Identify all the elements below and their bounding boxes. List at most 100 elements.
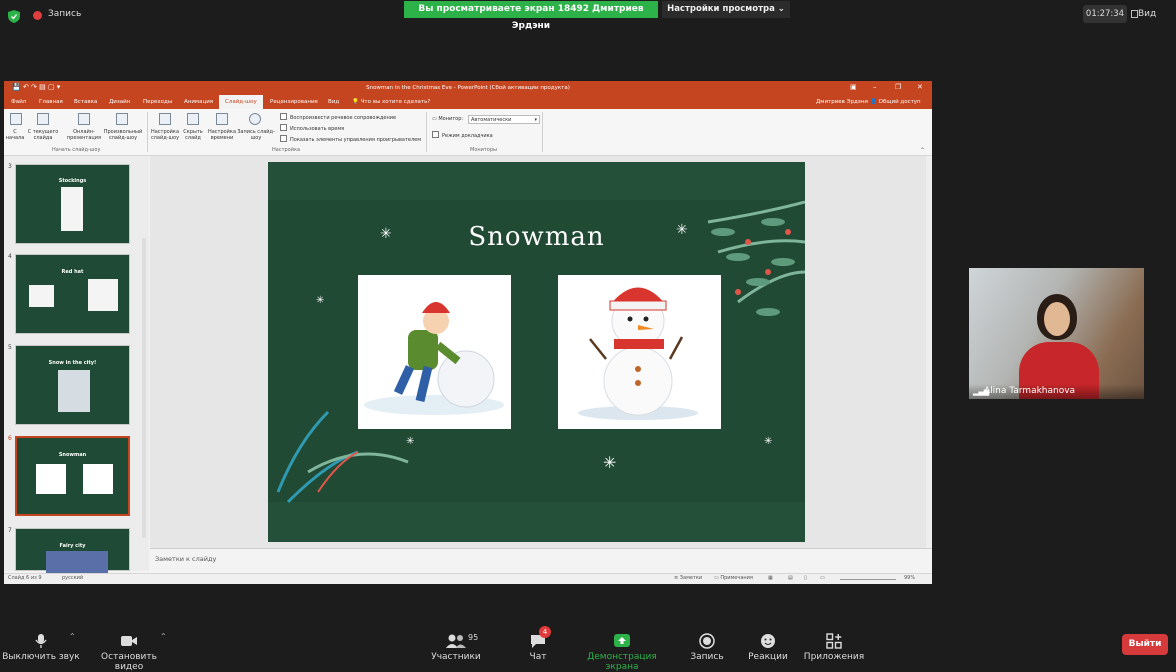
hide-slide-button[interactable]: Скрыть слайд [180,129,206,141]
current-slide[interactable]: ✳ ✳ ✳ ✳ ✳ ✳ Snowman [268,162,805,542]
tell-me-search[interactable]: 💡 Что вы хотите сделать? [352,95,430,109]
video-options-chevron-icon[interactable]: ⌃ [160,632,167,641]
record-label[interactable]: Запись [48,9,81,19]
notes-toggle[interactable]: ≡ Заметки [674,575,702,581]
reactions-button[interactable]: Реакции [746,633,790,662]
checkbox-narration[interactable]: Воспроизвести речевое сопровождение [280,113,396,121]
record-label: Запись [690,652,724,662]
ribbon-separator [426,112,427,152]
tab-animation[interactable]: Анимация [184,95,213,109]
online-presentation-icon[interactable] [78,113,90,125]
zoom-level[interactable]: 99% [904,575,915,581]
record-slideshow-button[interactable]: Запись слайд-шоу [237,129,275,141]
from-start-button[interactable]: С начала [4,129,26,141]
slide-counter: Слайд 6 из 9 [8,575,42,581]
notes-pane[interactable]: Заметки к слайду [150,548,932,572]
boy-rolling-snowball-image[interactable] [358,275,511,429]
slide-title: Snowman [468,222,605,252]
tab-design[interactable]: Дизайн [109,95,130,109]
tab-insert[interactable]: Вставка [74,95,97,109]
apps-button[interactable]: Приложения [802,633,866,662]
setup-show-button[interactable]: Настройка слайд-шоу [149,129,181,141]
share-screen-button[interactable]: Демонстрация экрана [570,633,674,672]
slide-thumbnail-3[interactable]: Stockings [15,164,130,244]
language-indicator[interactable]: русский [62,575,83,581]
view-button[interactable]: Вид [1138,9,1156,19]
group-label-start: Начать слайд-шоу [52,147,101,153]
slide-thumbnail-5[interactable]: Snow in the city! [15,345,130,425]
share-button[interactable]: 👤 Общий доступ [870,95,921,109]
thumbnails-scrollbar[interactable] [142,238,146,538]
tab-slideshow[interactable]: Слайд-шоу [219,95,263,109]
record-indicator-icon [33,11,42,20]
tab-review[interactable]: Рецензирование [270,95,318,109]
participants-icon [446,634,466,648]
sparkle-icon: ✳ [603,453,616,472]
tab-file[interactable]: Файл [11,95,26,109]
ribbon-slideshow: С начала С текущего слайда Онлайн-презен… [4,109,932,156]
zoom-slider[interactable] [840,579,896,580]
thumb-number: 5 [8,344,12,351]
audio-options-chevron-icon[interactable]: ⌃ [69,632,76,641]
thumb-image [58,370,90,412]
rehearse-timing-icon[interactable] [216,113,228,125]
record-slideshow-icon[interactable] [249,113,261,125]
ribbon-display-icon[interactable]: ▣ [850,83,857,91]
notes-icon: ≡ [674,575,679,581]
grid-view-icon[interactable] [1131,10,1138,18]
online-presentation-button[interactable]: Онлайн-презентация [62,129,106,141]
tab-home[interactable]: Главная [39,95,63,109]
maximize-icon[interactable]: ❐ [895,83,901,91]
participant-face [1044,302,1070,336]
participant-name-bar: ▂▄▆ Alina Tarmakhanova [969,384,1144,399]
normal-view-icon[interactable]: ▦ [768,575,773,581]
thumb-image [46,551,108,573]
comments-toggle[interactable]: ▭ Примечания [714,575,753,581]
checkbox-presenter-view[interactable]: Режим докладчика [432,131,493,139]
chat-button[interactable]: Чат [520,633,556,662]
leave-button[interactable]: Выйти [1122,634,1168,655]
record-button[interactable]: Запись [686,633,728,662]
checkbox-media-controls[interactable]: Показать элементы управления проигрывате… [280,135,421,143]
play-from-current-icon[interactable] [37,113,49,125]
checkbox-icon [280,113,287,120]
custom-show-icon[interactable] [116,113,128,125]
collapse-ribbon-icon[interactable]: ⌃ [920,147,925,154]
sparkle-icon: ✳ [406,436,414,447]
custom-show-button[interactable]: Произвольный слайд-шоу [102,129,144,141]
reading-view-icon[interactable]: ▯ [804,575,807,581]
slideshow-view-icon[interactable]: ▭ [820,575,825,581]
slide-vertical-scrollbar[interactable] [926,156,932,548]
view-options-dropdown[interactable]: Настройки просмотра ⌄ [662,1,790,18]
tab-view[interactable]: Вид [328,95,339,109]
participant-video-tile[interactable]: ▂▄▆ Alina Tarmakhanova [969,268,1144,399]
hide-slide-icon[interactable] [187,113,199,125]
video-camera-icon [121,636,137,646]
shield-icon[interactable] [8,10,20,23]
slide-thumbnail-6-selected[interactable]: Snowman [15,436,130,516]
monitor-select[interactable]: Автоматически ▾ [468,115,540,124]
slide-thumbnails-panel: 3 Stockings 4 Red hat 5 Snow in the city… [4,156,149,573]
from-current-button[interactable]: С текущего слайда [26,129,60,141]
reactions-label: Реакции [748,652,788,662]
monitor-select-value: Автоматически [471,117,512,123]
chevron-down-icon: ⌄ [777,4,785,14]
lightbulb-icon: 💡 [352,99,359,105]
slide-thumbnail-4[interactable]: Red hat [15,254,130,334]
checkbox-timings[interactable]: Использовать время [280,124,344,132]
play-from-start-icon[interactable] [10,113,22,125]
slide-thumbnail-7[interactable]: Fairy city [15,528,130,573]
snowman-image[interactable] [558,275,721,429]
rehearse-timing-button[interactable]: Настройка времени [206,129,238,141]
participants-button[interactable]: Участники [424,633,488,662]
checkbox-timings-label: Использовать время [290,126,345,132]
close-icon[interactable]: ✕ [917,83,923,91]
ribbon-separator [147,112,148,152]
setup-show-icon[interactable] [159,113,171,125]
user-name[interactable]: Дмитриев Эрдэни [816,95,868,109]
monitor-label: ▭ Монитор: [432,116,463,122]
minimize-icon[interactable]: – [873,83,877,91]
sorter-view-icon[interactable]: ▤ [788,575,793,581]
tab-transitions[interactable]: Переходы [143,95,172,109]
chat-label: Чат [529,652,547,662]
